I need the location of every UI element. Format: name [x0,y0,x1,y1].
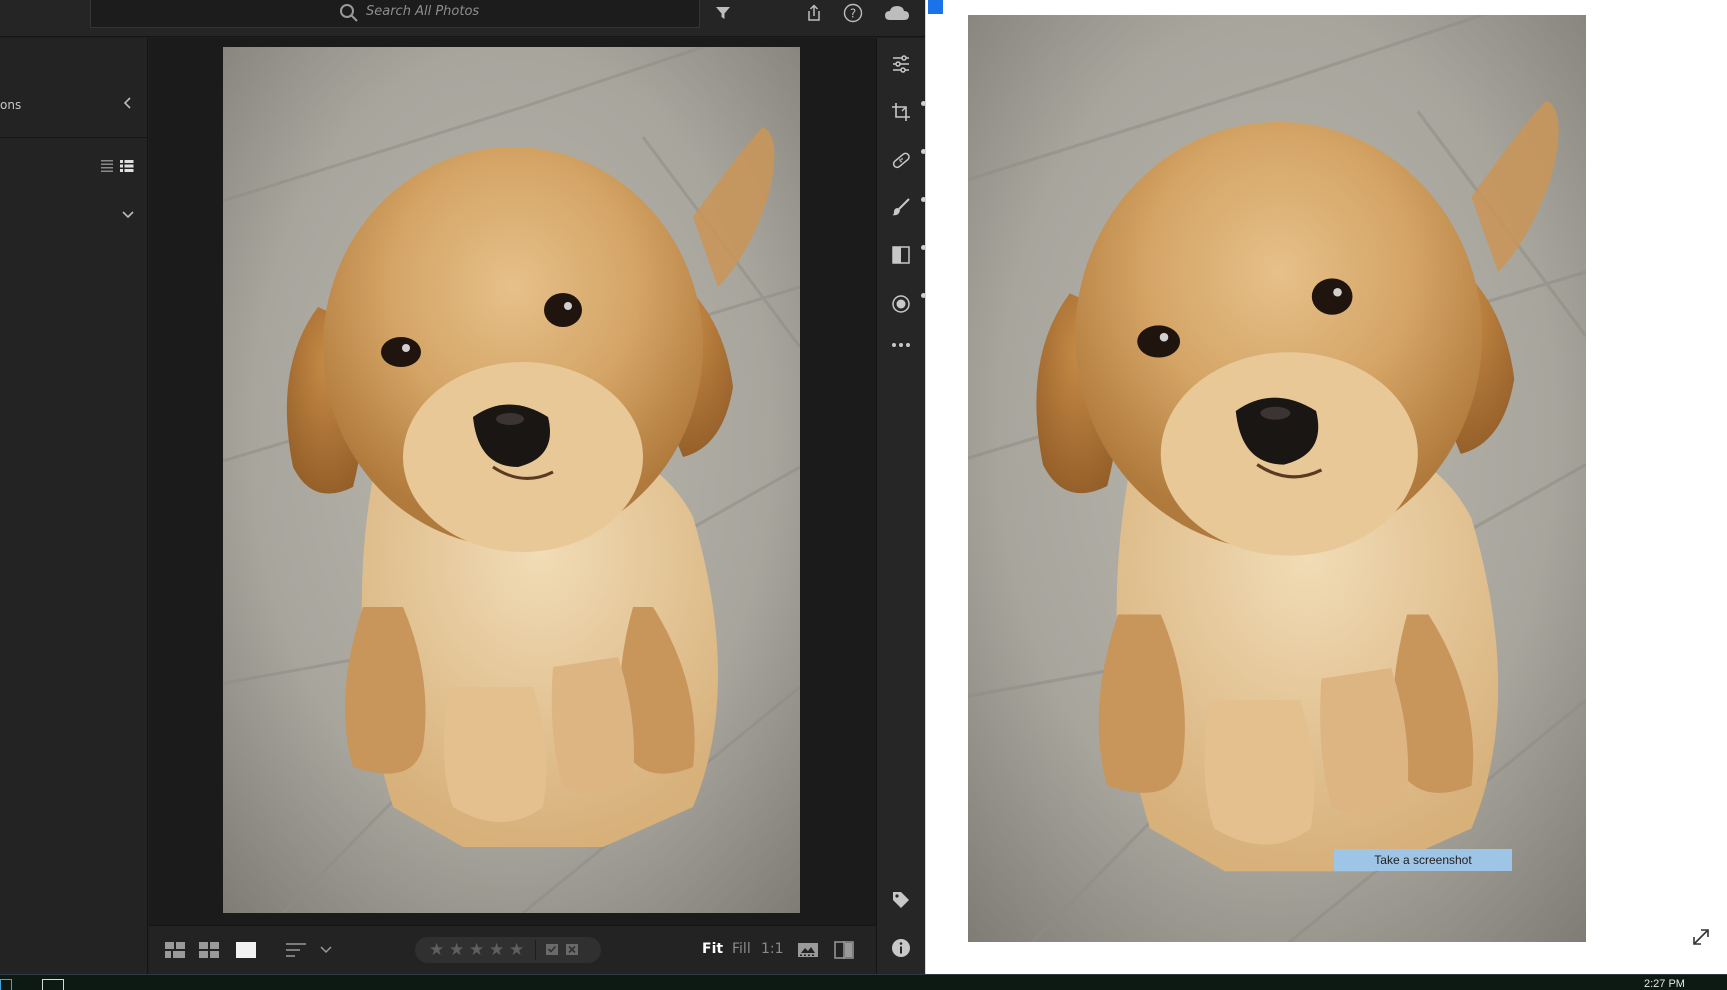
desktop: Search All Photos ? ons ★ ★ ★ ★ ★ Fit Fi… [0,0,1727,990]
top-bar: Search All Photos ? [0,0,925,37]
rating-star-2[interactable]: ★ [449,940,464,960]
flag-reject-icon[interactable] [565,943,579,957]
chevron-left-icon[interactable] [120,95,136,111]
cloud-icon[interactable] [883,2,911,24]
expand-icon[interactable] [1690,926,1712,948]
crop-icon[interactable] [889,100,913,124]
edit-tools-strip [876,38,926,974]
rating-star-5[interactable]: ★ [509,940,524,960]
sort-icon[interactable] [285,940,307,960]
share-icon[interactable] [803,2,825,24]
taskbar-clock[interactable]: 2:27 PM [1644,978,1685,990]
info-icon[interactable] [889,936,913,960]
bottom-toolbar: ★ ★ ★ ★ ★ Fit Fill 1:1 [149,925,876,974]
svg-text:?: ? [850,7,856,21]
start-edge-icon[interactable] [0,979,12,990]
rating-star-3[interactable]: ★ [469,940,484,960]
detail-view-icon[interactable] [235,940,257,960]
zoom-one-to-one[interactable]: 1:1 [761,941,784,957]
taskbar: 2:27 PM [0,974,1727,990]
search-placeholder: Search All Photos [366,4,480,19]
list-view-toggle-icon[interactable] [100,158,138,174]
left-panel-title: ons [0,98,22,112]
lightroom-window: Search All Photos ? ons ★ ★ ★ ★ ★ Fit Fi… [0,0,926,974]
photo-grid-view-icon[interactable] [165,940,185,960]
chevron-down-icon[interactable] [120,206,136,222]
zoom-fit[interactable]: Fit [702,941,723,957]
filter-icon[interactable] [712,2,734,24]
screenshot-preview-window [925,0,1727,974]
rating-star-4[interactable]: ★ [489,940,504,960]
brush-icon[interactable] [889,195,913,219]
left-panel-header: ons [0,38,148,138]
rating-star-1[interactable]: ★ [429,940,444,960]
edit-sliders-icon[interactable] [889,52,913,76]
radial-gradient-icon[interactable] [889,292,913,316]
healing-brush-icon[interactable] [889,148,913,172]
window-accent-marker [928,0,943,14]
help-icon[interactable]: ? [842,2,864,24]
sort-chevron-down-icon[interactable] [319,943,333,957]
search-icon [340,4,358,22]
linear-gradient-icon[interactable] [889,243,913,267]
filmstrip-icon[interactable] [797,940,819,960]
photo-viewer [149,38,876,925]
take-screenshot-button[interactable]: Take a screenshot [1334,849,1512,871]
compare-view-icon[interactable] [833,940,855,960]
puppy-photo [223,47,800,913]
divider [535,940,536,960]
left-panel: ons [0,38,148,974]
puppy-photo-preview [968,15,1586,942]
rating-and-flag-control: ★ ★ ★ ★ ★ [415,937,601,963]
flag-pick-icon[interactable] [545,943,559,957]
search-box[interactable]: Search All Photos [90,0,700,28]
tag-icon[interactable] [889,888,913,912]
square-grid-view-icon[interactable] [199,940,219,960]
task-view-icon[interactable] [42,979,64,990]
more-options-icon[interactable] [889,333,913,357]
zoom-fill[interactable]: Fill [732,941,751,957]
